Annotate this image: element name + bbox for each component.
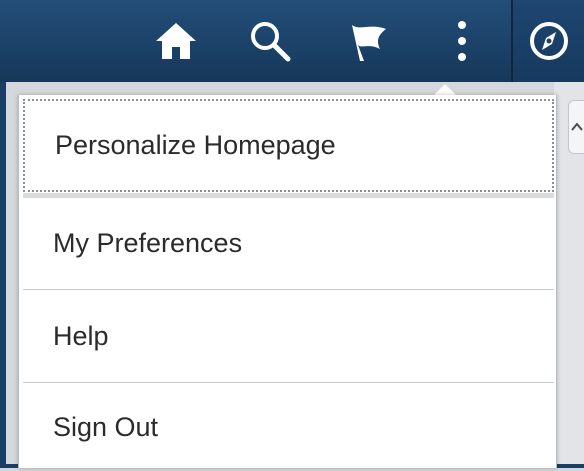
menu-item-help[interactable]: Help — [23, 290, 554, 382]
top-banner — [0, 0, 584, 82]
compass-icon — [529, 22, 568, 60]
menu-item-my-preferences[interactable]: My Preferences — [23, 198, 554, 289]
menu-item-sign-out[interactable]: Sign Out — [23, 383, 554, 471]
menu-item-label: My Preferences — [53, 228, 243, 258]
more-vertical-icon — [458, 21, 466, 61]
home-icon — [156, 23, 196, 59]
search-icon — [251, 22, 291, 62]
menu-item-label: Help — [53, 320, 109, 351]
search-button[interactable] — [242, 0, 298, 82]
flag-icon — [352, 25, 386, 61]
scroll-up-button[interactable] — [568, 100, 584, 154]
actions-menu: Personalize Homepage My Preferences Help… — [18, 95, 557, 468]
notifications-button[interactable] — [340, 0, 396, 82]
menu-item-label: Personalize Homepage — [55, 130, 336, 160]
home-button[interactable] — [148, 0, 204, 82]
navbar-button[interactable] — [513, 0, 584, 82]
chevron-up-icon — [571, 122, 583, 131]
menu-item-label: Sign Out — [53, 411, 159, 442]
menu-item-personalize-homepage[interactable]: Personalize Homepage — [23, 99, 554, 192]
actions-menu-button[interactable] — [440, 0, 484, 82]
